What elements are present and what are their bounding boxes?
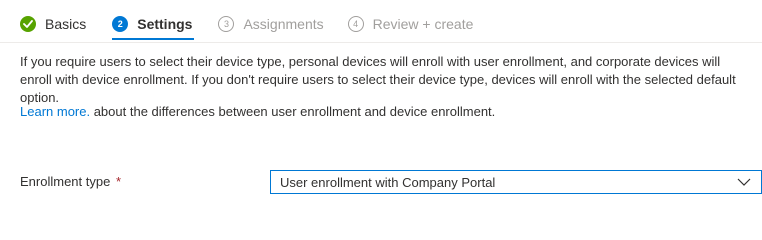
required-marker: * [115, 174, 122, 189]
enrollment-type-label: Enrollment type * [20, 173, 121, 191]
step-number: 2 [112, 16, 129, 32]
dropdown-value: User enrollment with Company Portal [280, 174, 496, 190]
learn-more-suffix: about the differences between user enrol… [90, 104, 496, 119]
chevron-down-icon [737, 178, 751, 186]
step-label: Review + create [372, 16, 474, 32]
step-settings[interactable]: 2 Settings [112, 10, 195, 40]
wizard-steps: Basics 2 Settings 3 Assignments 4 Review… [20, 10, 473, 42]
step-label: Basics [45, 16, 87, 32]
step-review-create[interactable]: 4 Review + create [347, 10, 474, 38]
tabs-divider [0, 42, 762, 43]
step-basics[interactable]: Basics [20, 10, 86, 38]
step-number: 3 [218, 16, 235, 32]
step-label: Settings [137, 16, 193, 32]
learn-more-link[interactable]: Learn more. [20, 104, 90, 119]
step-number: 4 [347, 16, 364, 32]
learn-more-text: Learn more. about the differences betwee… [20, 103, 495, 121]
step-label: Assignments [243, 16, 324, 32]
description-text: If you require users to select their dev… [20, 54, 736, 105]
field-label-text: Enrollment type [20, 174, 111, 189]
step-assignments[interactable]: 3 Assignments [218, 10, 324, 38]
enrollment-type-dropdown[interactable]: User enrollment with Company Portal [270, 170, 762, 194]
checkmark-icon [20, 16, 36, 32]
